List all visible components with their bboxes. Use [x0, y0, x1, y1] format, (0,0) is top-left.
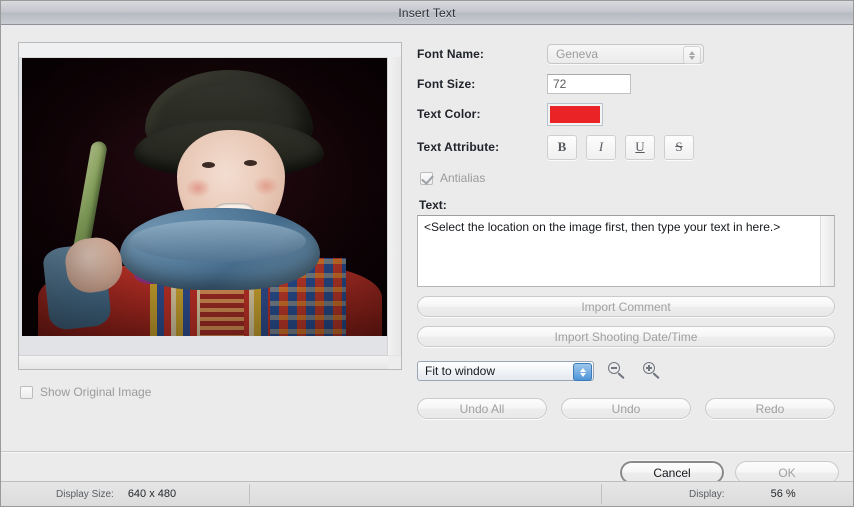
zoom-mode-value: Fit to window	[425, 364, 496, 378]
chevron-up-icon	[579, 367, 586, 372]
image-preview-panel[interactable]	[18, 42, 402, 370]
dialog-content: Show Original Image Font Name: Geneva Fo…	[1, 25, 853, 506]
chevron-down-icon	[689, 55, 695, 60]
zoom-mode-stepper-icon[interactable]	[573, 363, 592, 381]
image-preview-viewport[interactable]	[19, 43, 401, 369]
display-size-label: Display Size:	[56, 488, 114, 500]
preview-horizontal-scrollbar[interactable]	[19, 355, 388, 369]
show-original-image-box[interactable]	[20, 385, 33, 399]
text-attribute-label: Text Attribute:	[417, 140, 500, 154]
undo-all-button[interactable]: Undo All	[417, 398, 547, 419]
display-percent-cell: Display: 56 %	[689, 482, 796, 506]
insert-text-dialog: Insert Text Show Original Image Font Nam…	[0, 0, 854, 507]
antialias-checkbox[interactable]: Antialias	[420, 171, 841, 185]
font-name-select[interactable]: Geneva	[547, 44, 704, 64]
font-size-input[interactable]: 72	[547, 74, 631, 94]
import-comment-button[interactable]: Import Comment	[417, 296, 835, 317]
display-value: 56 %	[770, 488, 796, 500]
window-title: Insert Text	[398, 5, 456, 20]
magnifier-plus-icon[interactable]	[642, 361, 664, 381]
import-shooting-date-button[interactable]: Import Shooting Date/Time	[417, 326, 835, 347]
font-name-stepper-icon[interactable]	[683, 46, 701, 64]
title-bar: Insert Text	[1, 1, 853, 25]
zoom-mode-select[interactable]: Fit to window	[417, 361, 594, 381]
underline-button[interactable]: U	[625, 134, 655, 160]
text-input-scrollbar[interactable]	[820, 216, 834, 286]
display-label: Display:	[689, 488, 725, 500]
font-name-row: Font Name: Geneva	[417, 39, 841, 69]
text-attribute-buttons: B I U S	[547, 134, 694, 160]
strikethrough-button[interactable]: S	[664, 134, 694, 160]
font-size-row: Font Size: 72	[417, 69, 841, 99]
text-attribute-row: Text Attribute: B I U S	[417, 129, 841, 165]
font-name-label: Font Name:	[417, 47, 484, 61]
magnifier-minus-icon[interactable]	[607, 361, 629, 381]
undo-button[interactable]: Undo	[561, 398, 691, 419]
chevron-down-icon	[579, 372, 586, 377]
chevron-up-icon	[689, 50, 695, 55]
italic-button[interactable]: I	[586, 134, 616, 160]
show-original-image-checkbox[interactable]: Show Original Image	[20, 385, 151, 399]
text-color-row: Text Color:	[417, 99, 841, 129]
text-color-swatch-button[interactable]	[547, 102, 603, 126]
antialias-label: Antialias	[440, 171, 486, 185]
text-color-label: Text Color:	[417, 107, 481, 121]
bold-button[interactable]: B	[547, 134, 577, 160]
text-color-swatch	[550, 105, 600, 123]
show-original-image-label: Show Original Image	[40, 385, 152, 399]
text-label: Text:	[419, 198, 447, 212]
preview-scrollbar-corner	[388, 356, 401, 369]
footer-divider	[1, 451, 853, 452]
font-name-value: Geneva	[556, 47, 599, 61]
redo-button[interactable]: Redo	[705, 398, 835, 419]
display-size-value: 640 x 480	[127, 488, 177, 500]
status-divider-2	[601, 484, 602, 504]
font-size-label: Font Size:	[417, 77, 476, 91]
display-size-cell: Display Size: 640 x 480	[56, 482, 176, 506]
preview-photo[interactable]	[22, 58, 388, 336]
settings-column: Font Name: Geneva Font Size: 72 Text Col…	[417, 39, 841, 419]
antialias-box[interactable]	[420, 171, 433, 185]
photo-vignette	[22, 58, 388, 336]
status-divider-1	[249, 484, 250, 504]
zoom-controls-row: Fit to window	[417, 361, 841, 381]
preview-top-strip	[19, 43, 401, 58]
status-bar: Display Size: 640 x 480 Display: 56 %	[1, 481, 853, 506]
preview-vertical-scrollbar[interactable]	[387, 57, 401, 355]
text-input-wrapper[interactable]: <Select the location on the image first,…	[417, 215, 835, 287]
undo-controls-row: Undo All Undo Redo	[417, 398, 841, 419]
text-input[interactable]: <Select the location on the image first,…	[418, 216, 834, 239]
